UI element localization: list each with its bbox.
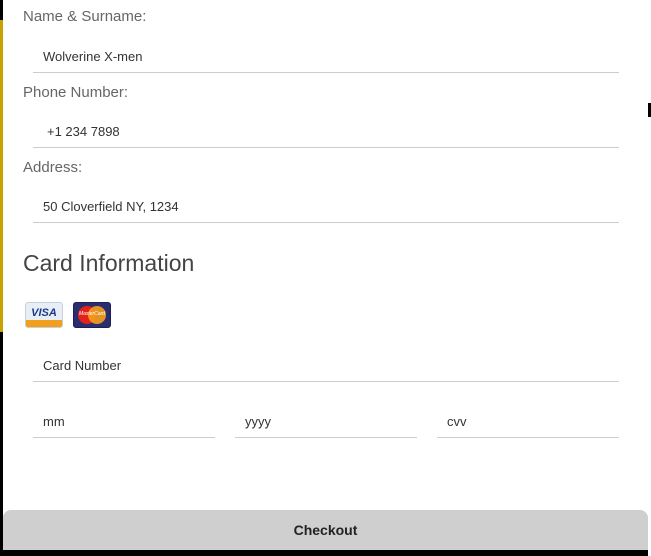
address-label: Address: bbox=[23, 159, 83, 176]
cvv-field[interactable]: cvv bbox=[437, 403, 619, 438]
phone-value: +1 234 7898 bbox=[47, 124, 120, 139]
name-field[interactable]: Wolverine X-men bbox=[33, 38, 619, 73]
name-value: Wolverine X-men bbox=[43, 49, 143, 64]
month-placeholder: mm bbox=[43, 414, 65, 429]
checkout-button[interactable]: Checkout bbox=[3, 510, 648, 550]
checkout-form-panel: Name & Surname: Wolverine X-men Phone Nu… bbox=[3, 0, 648, 550]
address-field[interactable]: 50 Cloverfield NY, 1234 bbox=[33, 188, 619, 223]
month-field[interactable]: mm bbox=[33, 403, 215, 438]
address-value: 50 Cloverfield NY, 1234 bbox=[43, 199, 179, 214]
mastercard-icon-text: MasterCard bbox=[78, 311, 106, 317]
card-number-field[interactable]: Card Number bbox=[33, 347, 619, 382]
year-field[interactable]: yyyy bbox=[235, 403, 417, 438]
mastercard-icon: MasterCard bbox=[73, 302, 111, 328]
visa-icon-text: VISA bbox=[31, 307, 57, 319]
phone-label: Phone Number: bbox=[23, 84, 129, 101]
card-number-placeholder: Card Number bbox=[43, 358, 122, 373]
card-information-title: Card Information bbox=[23, 250, 195, 276]
cvv-placeholder: cvv bbox=[447, 414, 467, 429]
name-label: Name & Surname: bbox=[23, 8, 147, 25]
year-placeholder: yyyy bbox=[245, 414, 271, 429]
phone-field[interactable]: +1 234 7898 bbox=[33, 113, 619, 148]
visa-icon: VISA bbox=[25, 302, 63, 328]
